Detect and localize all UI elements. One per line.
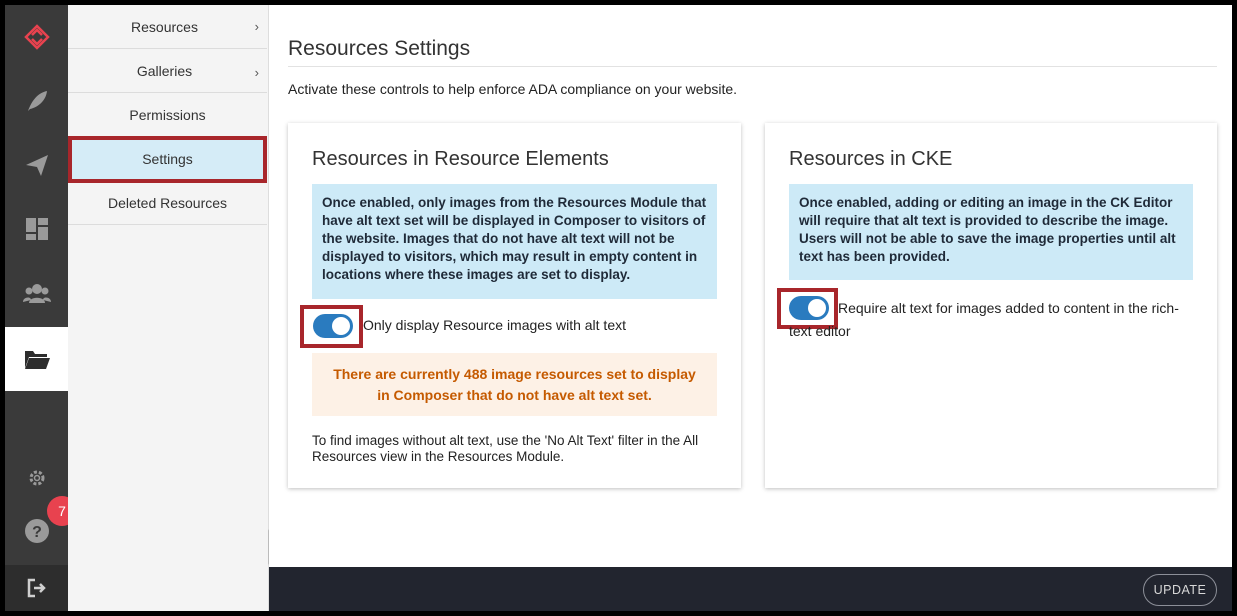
submenu-item-galleries[interactable]: Galleries › bbox=[68, 49, 267, 93]
submenu-item-permissions[interactable]: Permissions bbox=[68, 93, 267, 137]
alt-text-display-toggle[interactable] bbox=[313, 314, 353, 338]
svg-text:?: ? bbox=[32, 524, 42, 541]
warning-box: There are currently 488 image resources … bbox=[312, 353, 717, 416]
submenu-item-deleted-resources[interactable]: Deleted Resources bbox=[68, 181, 267, 225]
icon-rail: ? 7 bbox=[5, 5, 77, 611]
toggle-label: Only display Resource images with alt te… bbox=[363, 317, 626, 333]
submenu-item-label: Permissions bbox=[129, 106, 206, 123]
info-box: Once enabled, adding or editing an image… bbox=[789, 184, 1193, 280]
resources-submenu: Resources › Galleries › Permissions Sett… bbox=[68, 5, 269, 611]
card-title: Resources in CKE bbox=[789, 148, 953, 170]
submenu-item-resources[interactable]: Resources › bbox=[68, 5, 267, 49]
logo-icon[interactable] bbox=[5, 5, 68, 69]
feather-icon[interactable] bbox=[5, 69, 68, 133]
update-button[interactable]: UPDATE bbox=[1143, 574, 1217, 606]
submenu-item-settings[interactable]: Settings bbox=[68, 136, 267, 183]
card-resource-elements: Resources in Resource Elements Once enab… bbox=[288, 123, 741, 488]
intro-text: Activate these controls to help enforce … bbox=[288, 81, 738, 97]
app-window: ? 7 Resources › Galleries › Permissions … bbox=[5, 5, 1232, 611]
card-title: Resources in Resource Elements bbox=[312, 148, 609, 170]
logout-icon[interactable] bbox=[5, 565, 68, 611]
card-cke: Resources in CKE Once enabled, adding or… bbox=[765, 123, 1217, 488]
dashboard-icon[interactable] bbox=[5, 197, 68, 261]
users-icon[interactable] bbox=[5, 261, 68, 325]
chevron-right-icon: › bbox=[254, 19, 259, 34]
help-note: To find images without alt text, use the… bbox=[312, 433, 699, 464]
folder-icon[interactable] bbox=[5, 327, 68, 391]
paper-plane-icon[interactable] bbox=[5, 133, 68, 197]
main-content: Resources Settings Activate these contro… bbox=[269, 5, 1232, 567]
footer-bar: UPDATE bbox=[269, 567, 1232, 611]
submenu-item-label: Resources bbox=[131, 18, 198, 35]
toggle-label: Require alt text for images added to con… bbox=[789, 300, 1179, 339]
toggle-knob bbox=[332, 317, 350, 335]
chevron-right-icon: › bbox=[254, 65, 259, 80]
submenu-item-label: Galleries bbox=[136, 62, 193, 79]
info-box: Once enabled, only images from the Resou… bbox=[312, 184, 717, 299]
page-title: Resources Settings bbox=[288, 37, 471, 61]
submenu-item-label: Settings bbox=[142, 151, 193, 167]
submenu-item-label: Deleted Resources bbox=[107, 194, 228, 211]
title-divider bbox=[288, 66, 1217, 67]
